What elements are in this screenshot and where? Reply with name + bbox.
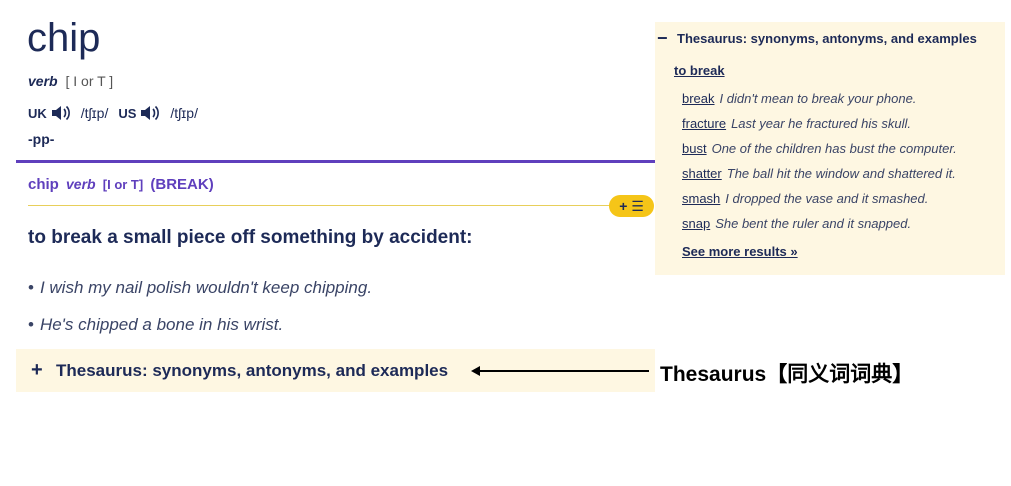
synonym-link[interactable]: break (682, 91, 715, 106)
thesaurus-label: Thesaurus: synonyms, antonyms, and examp… (56, 360, 449, 380)
sense-header: chip verb [I or T] (BREAK) (28, 176, 214, 193)
synonym-link[interactable]: smash (682, 191, 720, 206)
headword: chip (27, 16, 101, 60)
thesaurus-panel: − Thesaurus: synonyms, antonyms, and exa… (655, 22, 1005, 275)
minus-icon: − (657, 28, 668, 48)
part-of-speech: verb (28, 73, 58, 89)
part-of-speech-line: verb [ I or T ] (28, 73, 113, 89)
synonym-link[interactable]: shatter (682, 166, 722, 181)
divider (28, 205, 628, 206)
synonym-example: I didn't mean to break your phone. (719, 91, 917, 106)
synonym-example: I dropped the vase and it smashed. (725, 191, 929, 206)
synonym-row: shatter The ball hit the window and shatt… (682, 166, 956, 181)
synonym-example: She bent the ruler and it snapped. (715, 216, 912, 231)
inflection: -pp- (28, 131, 55, 147)
definition: to break a small piece off something by … (28, 227, 473, 248)
thesaurus-panel-title: Thesaurus: synonyms, antonyms, and examp… (677, 31, 977, 46)
us-label: US (118, 105, 137, 121)
sense-word: chip (28, 176, 59, 193)
synonym-row: bust One of the children has bust the com… (682, 141, 957, 156)
plus-icon: + (31, 359, 43, 381)
see-more-link[interactable]: See more results » (682, 244, 798, 259)
synonym-link[interactable]: fracture (682, 116, 726, 131)
synonym-row: fracture Last year he fractured his skull… (682, 116, 911, 131)
grammar-code: [ I or T ] (65, 73, 114, 89)
speaker-icon[interactable] (51, 104, 71, 122)
sense-grammar: [I or T] (102, 177, 144, 192)
speaker-icon[interactable] (140, 104, 160, 122)
synonym-row: break I didn't mean to break your phone. (682, 91, 916, 106)
example-sentence: • He's chipped a bone in his wrist. (28, 315, 284, 334)
sense-pos: verb (66, 176, 96, 192)
uk-label: UK (28, 105, 47, 121)
us-ipa: /tʃɪp/ (170, 105, 198, 121)
uk-ipa: /tʃɪp/ (80, 105, 109, 121)
add-to-wordlist-button[interactable]: + ☰ (609, 195, 654, 217)
pronunciations: UK /tʃɪp/ US /tʃɪp/ (28, 104, 208, 122)
synonym-link[interactable]: snap (682, 216, 710, 231)
synonym-example: Last year he fractured his skull. (731, 116, 911, 131)
divider (16, 160, 655, 163)
synonym-row: smash I dropped the vase and it smashed. (682, 191, 928, 206)
synonym-example: The ball hit the window and shattered it… (726, 166, 956, 181)
guideword: (BREAK) (150, 176, 214, 193)
synonym-row: snap She bent the ruler and it snapped. (682, 216, 911, 231)
thesaurus-sense-link[interactable]: to break (674, 63, 725, 78)
annotation-label: Thesaurus【同义词词典】 (660, 363, 914, 386)
synonym-link[interactable]: bust (682, 141, 707, 156)
synonym-example: One of the children has bust the compute… (711, 141, 957, 156)
arrow-icon (471, 366, 649, 376)
example-sentence: • I wish my nail polish wouldn't keep chi… (28, 278, 373, 297)
thesaurus-panel-header[interactable]: − Thesaurus: synonyms, antonyms, and exa… (655, 28, 977, 49)
